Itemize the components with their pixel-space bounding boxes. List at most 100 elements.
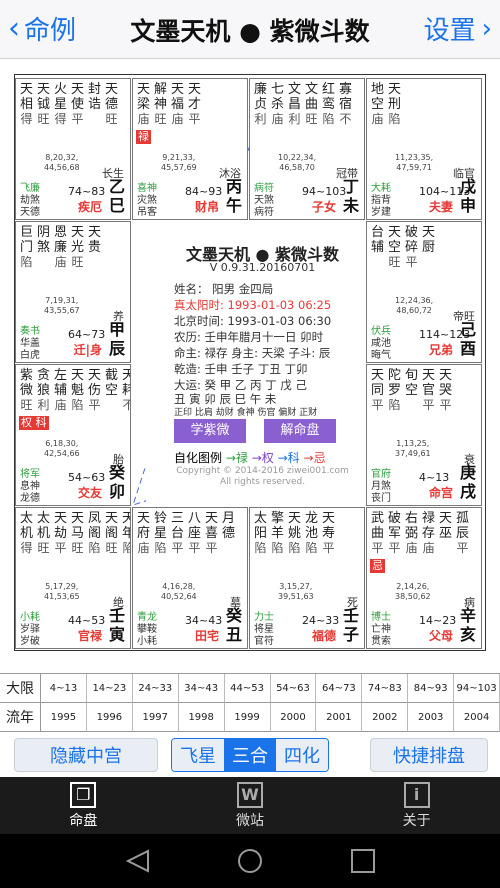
- liunian-cell[interactable]: 2003: [408, 703, 455, 732]
- age-list: 3,15,27, 39,51,63: [278, 582, 314, 602]
- palace-cell[interactable]: 天 梁 庙 解 神 旺 天 福 庙 天 才 平 禄 9,21,33, 45,57,6…: [132, 78, 248, 220]
- star: 紫 微 旺: [18, 368, 35, 413]
- ganzhi: 庚戌: [459, 463, 477, 501]
- back-triangle-icon[interactable]: [125, 849, 149, 873]
- sanhe-tab[interactable]: 三合: [224, 739, 276, 771]
- flying-star-tab[interactable]: 飞星: [172, 739, 224, 771]
- god-2: 岁驿: [20, 624, 40, 635]
- star-char-2: 空: [370, 97, 384, 112]
- star-brightness: 陷: [388, 112, 401, 126]
- tab-guanyu[interactable]: i 关于: [333, 777, 500, 834]
- study-button[interactable]: 学紫微: [174, 419, 246, 443]
- palace-name: 命宫: [428, 486, 453, 500]
- liunian-cell[interactable]: 1998: [178, 703, 225, 732]
- age-list: 6,18,30, 42,54,66: [44, 439, 80, 459]
- star-list: 廉 贞 利 七 杀 庙 文 昌 利 文 曲 旺 红 鸾 陷 寡 宿 不: [252, 82, 354, 127]
- tab-mingpan[interactable]: ❐ 命盘: [0, 777, 167, 834]
- star-char-2: 耗: [122, 383, 130, 398]
- dayun-cell[interactable]: 34~43: [178, 674, 225, 703]
- star: 阴 煞: [35, 225, 52, 270]
- star-char-2: 诰: [87, 97, 101, 112]
- tab-weizhan[interactable]: W 微站: [167, 777, 334, 834]
- dayun-cell[interactable]: 64~73: [316, 674, 363, 703]
- liunian-cell[interactable]: 1995: [41, 703, 87, 732]
- star-brightness: 旺: [105, 112, 118, 126]
- palace-cell[interactable]: 太 机 得 太 机 旺 天 劫 平 天 马 旺 凤 阁 陷 天 阁 旺 天 年 …: [15, 507, 131, 649]
- dayun-cell[interactable]: 84~93: [408, 674, 455, 703]
- liunian-cell[interactable]: 2004: [454, 703, 500, 732]
- star-brightness: 庙: [271, 112, 284, 126]
- god-3: 丧门: [371, 493, 391, 504]
- star-char-1: 太: [253, 511, 267, 526]
- settings-button[interactable]: 设置 ›: [424, 10, 492, 47]
- star-char-2: 阳: [253, 526, 267, 541]
- god-3: 病符: [254, 207, 274, 218]
- quick-chart-button[interactable]: 快捷排盘: [370, 738, 488, 772]
- palace-cell[interactable]: 天 府 庙 铃 星 陷 三 台 平 八 座 平 天 喜 平 月 德 4,16,2…: [132, 507, 248, 649]
- dayun-cell[interactable]: 14~23: [86, 674, 133, 703]
- star-char-2: 德: [221, 526, 235, 541]
- legend-lu: →禄: [225, 451, 248, 465]
- god-list: 博士 亡神 贯索: [371, 612, 391, 648]
- dayun-cell[interactable]: 74~83: [362, 674, 409, 703]
- age-range: 14~23: [419, 614, 457, 627]
- liunian-cell[interactable]: 2001: [316, 703, 363, 732]
- god-list: 飞廉 劫煞 天德: [20, 183, 40, 219]
- star-char-1: 天: [438, 368, 452, 383]
- dayun-cell[interactable]: 44~53: [224, 674, 271, 703]
- star-brightness: 利: [288, 112, 301, 126]
- star-brightness: 陷: [122, 541, 130, 556]
- recents-square-icon[interactable]: [351, 849, 375, 873]
- star: 太 机 旺: [35, 511, 52, 556]
- star: 天 魁 陷: [69, 368, 86, 413]
- dayun-row: 大限 4~13 14~23 24~33 34~43 44~53 54~63 64…: [0, 674, 500, 703]
- star-brightness: 平: [205, 541, 218, 555]
- age-line: 8,20,32,: [45, 153, 79, 162]
- star-brightness: 庙: [54, 398, 67, 412]
- liunian-cell[interactable]: 1999: [224, 703, 271, 732]
- liunian-cell[interactable]: 2000: [270, 703, 317, 732]
- age-list: 7,19,31, 43,55,67: [44, 296, 80, 316]
- dayun-cell[interactable]: 54~63: [270, 674, 317, 703]
- age-list: 4,16,28, 40,52,64: [161, 582, 197, 602]
- gan: 辛: [459, 606, 476, 625]
- palace-cell[interactable]: 天 相 得 天 钺 旺 火 星 得 天 使 平 封 诰 天 德 旺 8,20,3…: [15, 78, 131, 220]
- palace-cell[interactable]: 太 阳 陷 擎 羊 陷 天 姚 陷 龙 池 陷 天 寿 平 3,15,27, 39…: [249, 507, 365, 649]
- hide-center-button[interactable]: 隐藏中宫: [14, 738, 158, 772]
- ganzhi: 癸丑: [225, 606, 243, 644]
- star-char-1: 天: [321, 511, 335, 526]
- palace-cell[interactable]: 地 空 庙 天 刑 陷 11,23,35, 47,59,71 临官 大耗 指背 岁建…: [366, 78, 482, 220]
- star-char-1: 陀: [387, 368, 401, 383]
- palace-cell[interactable]: 廉 贞 利 七 杀 庙 文 昌 利 文 曲 旺 红 鸾 陷 寡 宿 不 10,2…: [249, 78, 365, 220]
- hua-badges: 忌: [370, 558, 385, 573]
- age-list: 12,24,36, 48,60,72: [395, 296, 433, 316]
- star-char-1: 寡: [338, 82, 352, 97]
- explain-button[interactable]: 解命盘: [264, 419, 336, 443]
- star: 天 厨: [420, 225, 437, 270]
- liunian-cell[interactable]: 1996: [86, 703, 133, 732]
- god-3: 官符: [254, 636, 274, 647]
- liunian-cell[interactable]: 2002: [362, 703, 409, 732]
- sihua-tab[interactable]: 四化: [276, 739, 328, 771]
- star-brightness: 利: [37, 398, 50, 412]
- palace-cell[interactable]: 武 曲 平 破 军 平 右 弼 庙 禄 存 庙 天 巫 孤 辰 平 忌 2,14,…: [366, 507, 482, 649]
- home-circle-icon[interactable]: [238, 849, 262, 873]
- star-char-2: 廉: [53, 240, 67, 255]
- star-list: 天 相 得 天 钺 旺 火 星 得 天 使 平 封 诰 天 德 旺: [18, 82, 120, 127]
- star-char-2: 空: [387, 240, 401, 255]
- dayun-cell[interactable]: 94~103: [454, 674, 500, 703]
- star-char-2: 军: [387, 526, 401, 541]
- palace-cell[interactable]: 巨 门 陷 阴 煞 恩 廉 庙 天 光 旺 天 贵 7,19,31, 43,55,…: [15, 221, 131, 363]
- dayun-cell[interactable]: 24~33: [132, 674, 179, 703]
- liunian-cell[interactable]: 1997: [132, 703, 179, 732]
- star-brightness: 陷: [288, 541, 301, 555]
- palace-cell[interactable]: 台 辅 天 空 旺 破 碎 平 天 厨 12,24,36, 48,60,72 帝旺 …: [366, 221, 482, 363]
- age-range: 4~13: [419, 471, 450, 484]
- star-brightness: 陷: [20, 255, 33, 269]
- tab-mingpan-label: 命盘: [69, 812, 98, 829]
- star-brightness: 平: [71, 112, 84, 126]
- dayun-cell[interactable]: 4~13: [41, 674, 87, 703]
- palace-cell[interactable]: 天 同 平 陀 罗 陷 旬 空 天 官 平 天 哭 平 1,13,25, 37,4…: [366, 364, 482, 506]
- palace-cell[interactable]: 紫 微 旺 贪 狼 利 左 辅 庙 天 魁 陷 天 伤 平 截 空 天 耗 不 …: [15, 364, 131, 506]
- star-char-1: 贪: [36, 368, 50, 383]
